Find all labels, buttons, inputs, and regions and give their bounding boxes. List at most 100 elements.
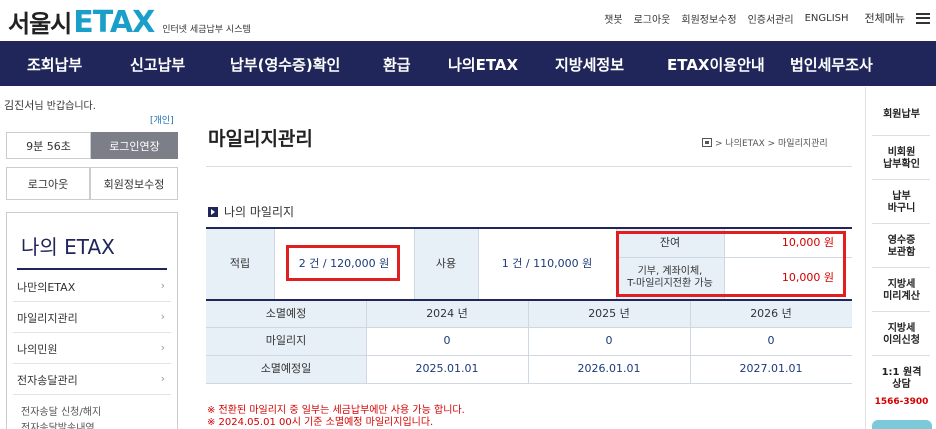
chatbot-link[interactable]: 챗봇: [604, 11, 622, 26]
quick-menu: 회원납부 비회원 납부확인 납부 바구니 영수증 보관함 지방세 미리계산 지방…: [865, 87, 936, 429]
expire-date-row-header: 소멸예정일: [206, 355, 366, 383]
accrued-header: 적립: [206, 229, 274, 299]
grid-line: [478, 229, 479, 299]
title-divider: [206, 166, 852, 167]
all-menu-button[interactable]: 전체메뉴: [865, 10, 905, 26]
page-title: 마일리지관리: [208, 128, 313, 150]
greeting: 김진서님 반갑습니다.: [4, 97, 96, 113]
expire-date-2024: 2025.01.01: [415, 362, 479, 375]
quick-tax-precalc[interactable]: 지방세 미리계산: [866, 279, 936, 303]
sidebar-subitem-e-delivery-apply[interactable]: 전자송달 신청/해지: [21, 403, 101, 418]
divider: [872, 135, 930, 136]
nav-item-etax-guide[interactable]: ETAX이용안내: [667, 54, 765, 75]
used-value: 1 건 / 110,000 원: [501, 257, 593, 270]
scroll-top-button[interactable]: [872, 420, 932, 429]
year-2024-header: 2024 년: [366, 301, 528, 327]
home-icon[interactable]: [702, 138, 712, 147]
quick-member-pay[interactable]: 회원납부: [866, 109, 936, 121]
divider: [872, 311, 930, 312]
balance-highlight: [616, 231, 846, 297]
nav-item-inquiry-pay[interactable]: 조회납부: [27, 54, 82, 75]
grid-line: [206, 355, 852, 356]
grid-line: [206, 327, 852, 328]
divider: [872, 179, 930, 180]
sidebar-item-my-civil[interactable]: 나의민원 ›: [17, 341, 169, 357]
expire-date-2026: 2027.01.01: [739, 362, 803, 375]
sidebar-item-e-delivery[interactable]: 전자송달관리 ›: [17, 372, 169, 388]
divider: [872, 267, 930, 268]
logo-subtitle: 인터넷 세금납부 시스템: [162, 25, 251, 35]
section-heading: 나의 마일리지: [208, 203, 294, 220]
session-timer: 9분 56초: [6, 132, 91, 159]
edit-member-button[interactable]: 회원정보수정: [90, 167, 178, 200]
nav-item-refund[interactable]: 환급: [383, 54, 411, 75]
quick-pay-basket[interactable]: 납부 바구니: [866, 191, 936, 215]
logout-button[interactable]: 로그아웃: [6, 167, 90, 200]
mileage-row-header: 마일리지: [206, 327, 366, 355]
grid-line: [414, 229, 415, 299]
divider: [13, 332, 171, 333]
nav-item-my-etax[interactable]: 나의ETAX: [448, 54, 518, 75]
top-header: 서울시 ETAX 인터넷 세금납부 시스템 챗봇 로그아웃 회원정보수정 인증서…: [0, 0, 936, 40]
divider: [872, 223, 930, 224]
sidebar-subitem-e-delivery-history[interactable]: 전자송달발송내역: [21, 419, 95, 429]
sidebar-item-label: 마일리지관리: [17, 312, 78, 325]
nav-item-corporate-audit[interactable]: 법인세무조사: [790, 54, 873, 75]
grid-line: [528, 301, 529, 383]
hamburger-icon[interactable]: [916, 12, 930, 24]
logo-seoul-text: 서울시: [8, 10, 72, 38]
chevron-right-icon: ›: [160, 279, 165, 292]
grid-line: [206, 383, 852, 384]
accrued-highlight: [286, 245, 400, 281]
sidebar-title: 나의 ETAX: [21, 235, 115, 259]
expire-date-2025: 2026.01.01: [577, 362, 641, 375]
mileage-table: 적립 2 건 / 120,000 원 사용 1 건 / 110,000 원 잔여…: [206, 227, 852, 385]
sidebar-item-label: 전자송달관리: [17, 374, 78, 387]
english-link[interactable]: ENGLISH: [805, 13, 849, 24]
quick-remote-support[interactable]: 1:1 원격 상담: [866, 367, 936, 391]
expire-header: 소멸예정: [206, 301, 366, 327]
logo-etax-text: ETAX: [73, 5, 155, 40]
mileage-2024: 0: [443, 334, 451, 347]
chevron-right-icon: ›: [160, 341, 165, 354]
quick-nonmember-check[interactable]: 비회원 납부확인: [866, 147, 936, 171]
extend-login-button[interactable]: 로그인연장: [91, 132, 178, 159]
divider: [872, 355, 930, 356]
quick-tax-objection[interactable]: 지방세 이의신청: [866, 323, 936, 347]
account-type: [개인]: [150, 116, 174, 126]
grid-line: [274, 229, 275, 299]
sidebar-item-my-etax[interactable]: 나만의ETAX ›: [17, 279, 169, 295]
used-header: 사용: [414, 229, 478, 299]
mileage-2025: 0: [605, 334, 613, 347]
divider: [13, 394, 171, 395]
nav-item-report-pay[interactable]: 신고납부: [130, 54, 185, 75]
chevron-right-icon: ›: [160, 310, 165, 323]
nav-item-local-tax-info[interactable]: 지방세정보: [555, 54, 624, 75]
sidebar-item-label: 나의민원: [17, 343, 58, 356]
grid-line: [366, 301, 367, 383]
nav-item-receipt[interactable]: 납부(영수증)확인: [230, 54, 340, 75]
logout-link[interactable]: 로그아웃: [634, 11, 671, 26]
greeting-suffix: 님 반갑습니다.: [34, 101, 96, 112]
grid-line: [690, 301, 691, 383]
sidebar-menu: 나의 ETAX 나만의ETAX › 마일리지관리 › 나의민원 › 전자송달관리…: [6, 212, 178, 429]
grid-line: [206, 299, 852, 301]
note-line-2: ※ 2024.05.01 00시 기준 소멸예정 마일리지입니다.: [207, 417, 434, 428]
sidebar-title-rule: [17, 268, 167, 270]
quick-receipt-box[interactable]: 영수증 보관함: [866, 235, 936, 259]
chevron-right-icon: ›: [160, 372, 165, 385]
mileage-2026: 0: [767, 334, 775, 347]
utility-links: 챗봇 로그아웃 회원정보수정 인증서관리 ENGLISH 전체메뉴: [593, 10, 930, 26]
sidebar-item-mileage[interactable]: 마일리지관리 ›: [17, 310, 169, 326]
support-phone: 1566-3900: [874, 397, 929, 407]
sidebar-item-label: 나만의ETAX: [17, 281, 76, 294]
main-nav: 조회납부 신고납부 납부(영수증)확인 환급 나의ETAX 지방세정보 ETAX…: [0, 41, 936, 86]
site-logo[interactable]: 서울시 ETAX 인터넷 세금납부 시스템: [8, 4, 251, 39]
divider: [13, 301, 171, 302]
divider: [13, 363, 171, 364]
section-arrow-icon: [208, 206, 218, 217]
year-2025-header: 2025 년: [528, 301, 690, 327]
breadcrumb-path: > 나의ETAX > 마일리지관리: [715, 139, 828, 149]
member-edit-link[interactable]: 회원정보수정: [681, 11, 736, 26]
certificate-link[interactable]: 인증서관리: [748, 11, 794, 26]
